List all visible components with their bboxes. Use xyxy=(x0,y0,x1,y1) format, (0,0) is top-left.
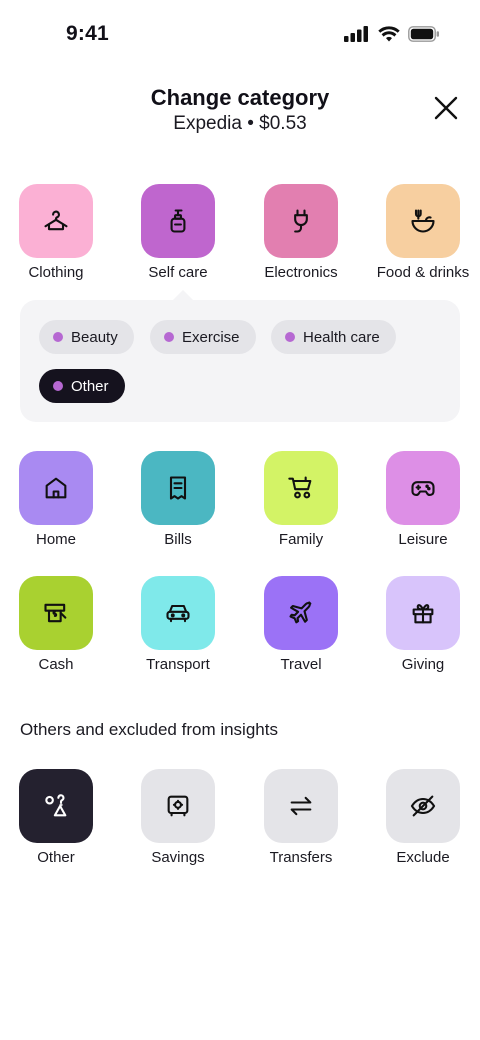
category-giving[interactable]: Giving xyxy=(362,576,480,673)
hanger-icon xyxy=(44,210,68,231)
house-icon xyxy=(45,477,67,499)
category-icon-box xyxy=(19,769,93,843)
category-icon-box xyxy=(141,451,215,525)
category-transport[interactable]: Transport xyxy=(117,576,239,673)
cash-icon xyxy=(44,603,67,623)
battery-icon xyxy=(408,26,439,42)
gift-icon xyxy=(412,604,434,624)
subcategory-label: Health care xyxy=(303,328,380,346)
category-label: Giving xyxy=(401,656,445,673)
category-label: Exclude xyxy=(396,849,450,866)
category-label: Family xyxy=(278,531,324,548)
category-cash[interactable]: Cash xyxy=(0,576,117,673)
category-icon-box xyxy=(19,576,93,650)
category-icon-box xyxy=(19,451,93,525)
category-electronics[interactable]: Electronics xyxy=(240,184,362,281)
category-food-drinks[interactable]: Food & drinks xyxy=(362,184,480,281)
plane-icon xyxy=(289,601,312,624)
category-icon-box xyxy=(141,184,215,258)
category-icon-box xyxy=(141,769,215,843)
category-label: Transport xyxy=(146,656,210,673)
sheet-header: Change category Expedia • $0.53 xyxy=(0,84,480,136)
category-exclude[interactable]: Exclude xyxy=(362,769,480,866)
category-transfers[interactable]: Transfers xyxy=(240,769,362,866)
close-button[interactable] xyxy=(428,90,464,126)
transaction-summary: Expedia • $0.53 xyxy=(173,113,307,134)
subcategory-other[interactable]: Other xyxy=(39,369,125,403)
category-label: Savings xyxy=(151,849,205,866)
arrows-swap-icon xyxy=(290,796,312,816)
status-bar: 9:41 xyxy=(0,0,480,72)
category-label: Travel xyxy=(280,656,322,673)
category-icon-box xyxy=(264,769,338,843)
category-icon-box xyxy=(141,576,215,650)
category-label: Transfers xyxy=(269,849,333,866)
category-label: Other xyxy=(37,849,75,866)
category-icon-box xyxy=(386,769,460,843)
category-label: Electronics xyxy=(264,264,338,281)
status-icons xyxy=(344,26,440,42)
category-label: Leisure xyxy=(398,531,448,548)
category-label: Food & drinks xyxy=(376,264,470,281)
category-self-care[interactable]: Self care xyxy=(117,184,239,281)
subcategory-label: Exercise xyxy=(182,328,240,346)
section-title: Others and excluded from insights xyxy=(20,720,278,739)
subcategory-exercise[interactable]: Exercise xyxy=(150,320,256,354)
shapes-icon xyxy=(45,794,67,817)
panel-pointer xyxy=(173,290,193,300)
category-label: Home xyxy=(35,531,76,548)
category-travel[interactable]: Travel xyxy=(240,576,362,673)
category-icon-box xyxy=(264,184,338,258)
category-label: Clothing xyxy=(28,264,84,281)
subcategory-label: Other xyxy=(71,377,109,395)
subcategory-beauty[interactable]: Beauty xyxy=(39,320,134,354)
category-label: Bills xyxy=(164,531,192,548)
close-icon xyxy=(434,96,458,120)
car-icon xyxy=(166,604,190,623)
bowl-icon xyxy=(411,209,435,233)
category-icon-box xyxy=(19,184,93,258)
category-icon-box xyxy=(386,184,460,258)
soap-bottle-icon xyxy=(170,209,186,233)
category-home[interactable]: Home xyxy=(0,451,117,548)
category-icon-box xyxy=(264,451,338,525)
subcategory-label: Beauty xyxy=(71,328,118,346)
subcategory-dot xyxy=(53,381,63,391)
category-leisure[interactable]: Leisure xyxy=(362,451,480,548)
category-label: Self care xyxy=(148,264,208,281)
stroller-icon xyxy=(288,476,312,499)
status-time: 9:41 xyxy=(66,22,109,45)
subcategory-dot xyxy=(164,332,174,342)
category-savings[interactable]: Savings xyxy=(117,769,239,866)
safe-icon xyxy=(167,795,189,817)
wifi-icon xyxy=(378,26,400,42)
page-title: Change category xyxy=(150,85,330,110)
subcategory-dot xyxy=(53,332,63,342)
category-label: Cash xyxy=(38,656,74,673)
eye-off-icon xyxy=(410,795,436,817)
category-clothing[interactable]: Clothing xyxy=(0,184,117,281)
category-icon-box xyxy=(386,576,460,650)
category-bills[interactable]: Bills xyxy=(117,451,239,548)
category-family[interactable]: Family xyxy=(240,451,362,548)
category-icon-box xyxy=(264,576,338,650)
signal-icon xyxy=(344,26,368,42)
category-icon-box xyxy=(386,451,460,525)
plug-icon xyxy=(294,209,308,233)
subcategory-health-care[interactable]: Health care xyxy=(271,320,396,354)
gamepad-icon xyxy=(411,481,435,496)
receipt-icon xyxy=(169,476,187,500)
subcategory-dot xyxy=(285,332,295,342)
category-other[interactable]: Other xyxy=(0,769,117,866)
subcategory-panel xyxy=(20,300,460,422)
